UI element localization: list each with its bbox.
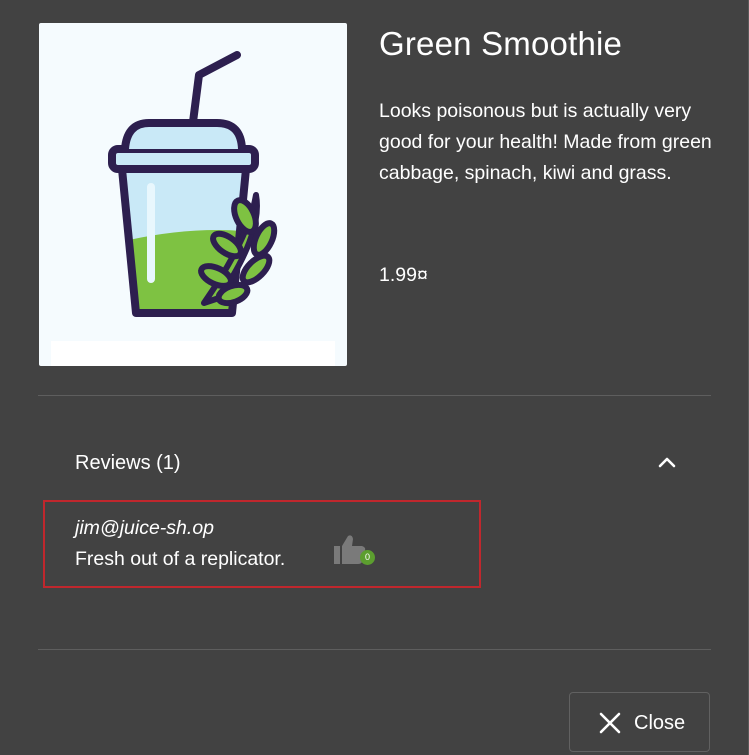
close-icon	[599, 712, 621, 734]
like-review-button[interactable]: 0	[332, 532, 380, 572]
reviews-title: Reviews (1)	[75, 452, 181, 474]
product-image	[39, 23, 347, 366]
product-price: 1.99¤	[379, 264, 428, 286]
chevron-up-icon	[658, 457, 676, 468]
smoothie-cup-icon	[51, 51, 335, 366]
reviews-expansion-header[interactable]: Reviews (1)	[38, 432, 711, 496]
close-button-label: Close	[634, 712, 686, 734]
product-details-dialog: Green Smoothie Looks poisonous but is ac…	[0, 0, 749, 755]
like-count-badge: 0	[360, 550, 375, 565]
product-description: Looks poisonous but is actually very goo…	[379, 100, 712, 184]
divider-bottom	[38, 649, 711, 650]
divider-top	[38, 395, 711, 396]
product-title: Green Smoothie	[379, 25, 623, 62]
review-text: Fresh out of a replicator.	[75, 548, 286, 570]
review-item: jim@juice-sh.op Fresh out of a replicato…	[43, 500, 481, 588]
review-author: jim@juice-sh.op	[75, 517, 215, 539]
close-button[interactable]: Close	[569, 692, 710, 752]
